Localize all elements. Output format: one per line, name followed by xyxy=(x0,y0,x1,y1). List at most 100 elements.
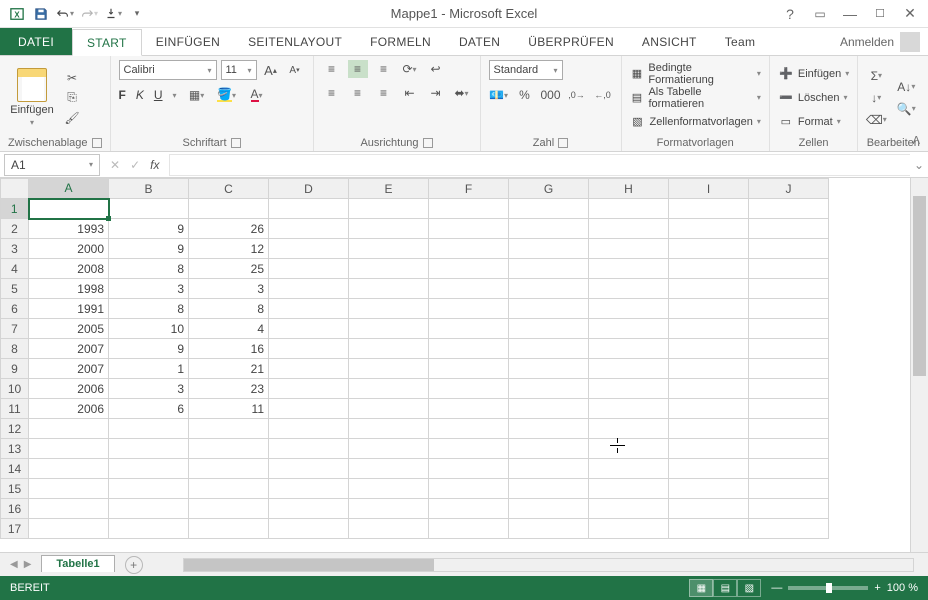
italic-button[interactable]: K xyxy=(136,88,144,102)
cell[interactable] xyxy=(589,199,669,219)
cell[interactable] xyxy=(109,199,189,219)
zoom-out-icon[interactable]: — xyxy=(771,582,782,594)
cell[interactable] xyxy=(189,519,269,539)
cell[interactable] xyxy=(509,279,589,299)
cell[interactable] xyxy=(669,319,749,339)
autosum-icon[interactable]: Σ▾ xyxy=(866,67,886,85)
cell[interactable]: 1991 xyxy=(29,299,109,319)
cell[interactable] xyxy=(29,479,109,499)
cell[interactable] xyxy=(349,499,429,519)
col-header[interactable]: A xyxy=(29,179,109,199)
copy-icon[interactable]: ⎘ xyxy=(62,89,82,107)
align-top-icon[interactable]: ≡ xyxy=(322,60,342,78)
cell[interactable]: 8 xyxy=(109,299,189,319)
cell[interactable] xyxy=(269,339,349,359)
cell[interactable] xyxy=(189,459,269,479)
row-header[interactable]: 1 xyxy=(1,199,29,219)
cell[interactable] xyxy=(269,419,349,439)
find-select-icon[interactable]: 🔍▾ xyxy=(892,100,920,118)
cell[interactable]: 2006 xyxy=(29,399,109,419)
tab-file[interactable]: DATEI xyxy=(0,28,72,55)
cell[interactable] xyxy=(589,299,669,319)
cell[interactable]: 23 xyxy=(189,379,269,399)
dialog-launcher-icon[interactable] xyxy=(423,138,433,148)
redo-icon[interactable]: ▾ xyxy=(78,3,100,25)
cell[interactable]: 21 xyxy=(189,359,269,379)
indent-increase-icon[interactable]: ⇥ xyxy=(426,84,446,102)
cell[interactable] xyxy=(749,379,829,399)
cell[interactable]: 10 xyxy=(109,319,189,339)
cell[interactable] xyxy=(189,479,269,499)
col-header[interactable]: C xyxy=(189,179,269,199)
expand-formula-bar-icon[interactable]: ⌄ xyxy=(910,158,928,172)
cut-icon[interactable]: ✂ xyxy=(62,69,82,87)
cell[interactable] xyxy=(429,279,509,299)
cell[interactable]: 8 xyxy=(189,299,269,319)
cell[interactable] xyxy=(589,479,669,499)
cell[interactable] xyxy=(749,439,829,459)
cell[interactable] xyxy=(509,319,589,339)
cell[interactable] xyxy=(509,299,589,319)
format-as-table-button[interactable]: ▤Als Tabelle formatieren▾ xyxy=(630,88,761,108)
cell[interactable] xyxy=(589,359,669,379)
dialog-launcher-icon[interactable] xyxy=(231,138,241,148)
sort-filter-icon[interactable]: A↓▾ xyxy=(892,78,920,96)
cell[interactable] xyxy=(429,259,509,279)
close-icon[interactable]: ✕ xyxy=(900,5,920,22)
cell[interactable]: 25 xyxy=(189,259,269,279)
cell[interactable]: 2000 xyxy=(29,239,109,259)
increase-decimal-icon[interactable]: ,0→ xyxy=(567,86,587,104)
row-header[interactable]: 16 xyxy=(1,499,29,519)
cell[interactable] xyxy=(269,319,349,339)
cell[interactable] xyxy=(669,459,749,479)
page-break-view-icon[interactable]: ▧ xyxy=(737,579,761,597)
vertical-scrollbar[interactable] xyxy=(910,178,928,552)
cell[interactable] xyxy=(669,339,749,359)
name-box[interactable]: A1▾ xyxy=(4,154,100,176)
cell[interactable] xyxy=(349,299,429,319)
cell[interactable] xyxy=(749,419,829,439)
cell[interactable] xyxy=(749,199,829,219)
cell[interactable] xyxy=(349,419,429,439)
cell[interactable] xyxy=(749,259,829,279)
col-header[interactable]: I xyxy=(669,179,749,199)
cell[interactable] xyxy=(189,199,269,219)
cell[interactable]: 2007 xyxy=(29,359,109,379)
cell[interactable] xyxy=(589,339,669,359)
cell[interactable] xyxy=(589,239,669,259)
bold-button[interactable]: F xyxy=(119,88,126,102)
tab-formulas[interactable]: FORMELN xyxy=(356,28,445,55)
cell[interactable] xyxy=(509,439,589,459)
cell[interactable] xyxy=(429,319,509,339)
cell[interactable] xyxy=(669,199,749,219)
cell[interactable] xyxy=(349,199,429,219)
cell[interactable] xyxy=(269,259,349,279)
cell[interactable] xyxy=(109,439,189,459)
merge-icon[interactable]: ⬌▾ xyxy=(452,84,472,102)
cell[interactable] xyxy=(749,359,829,379)
cell[interactable] xyxy=(109,419,189,439)
cell[interactable] xyxy=(669,239,749,259)
insert-cells-button[interactable]: ➕Einfügen▾ xyxy=(778,64,849,84)
page-layout-view-icon[interactable]: ▤ xyxy=(713,579,737,597)
cell[interactable] xyxy=(749,519,829,539)
cell[interactable] xyxy=(749,279,829,299)
cell[interactable] xyxy=(669,359,749,379)
horizontal-scrollbar[interactable] xyxy=(183,558,914,572)
cell[interactable]: 2007 xyxy=(29,339,109,359)
cell[interactable] xyxy=(429,439,509,459)
cell[interactable]: 9 xyxy=(109,339,189,359)
cell[interactable] xyxy=(269,519,349,539)
cell[interactable] xyxy=(349,219,429,239)
cell[interactable]: 3 xyxy=(109,379,189,399)
cell[interactable] xyxy=(669,479,749,499)
currency-icon[interactable]: 💶▾ xyxy=(489,86,509,104)
row-header[interactable]: 2 xyxy=(1,219,29,239)
cell[interactable] xyxy=(349,479,429,499)
undo-icon[interactable]: ▾ xyxy=(54,3,76,25)
format-painter-icon[interactable]: 🖌 xyxy=(62,109,82,127)
cell[interactable] xyxy=(349,259,429,279)
excel-icon[interactable]: X xyxy=(6,3,28,25)
cell[interactable] xyxy=(509,419,589,439)
cell[interactable]: 1 xyxy=(109,359,189,379)
